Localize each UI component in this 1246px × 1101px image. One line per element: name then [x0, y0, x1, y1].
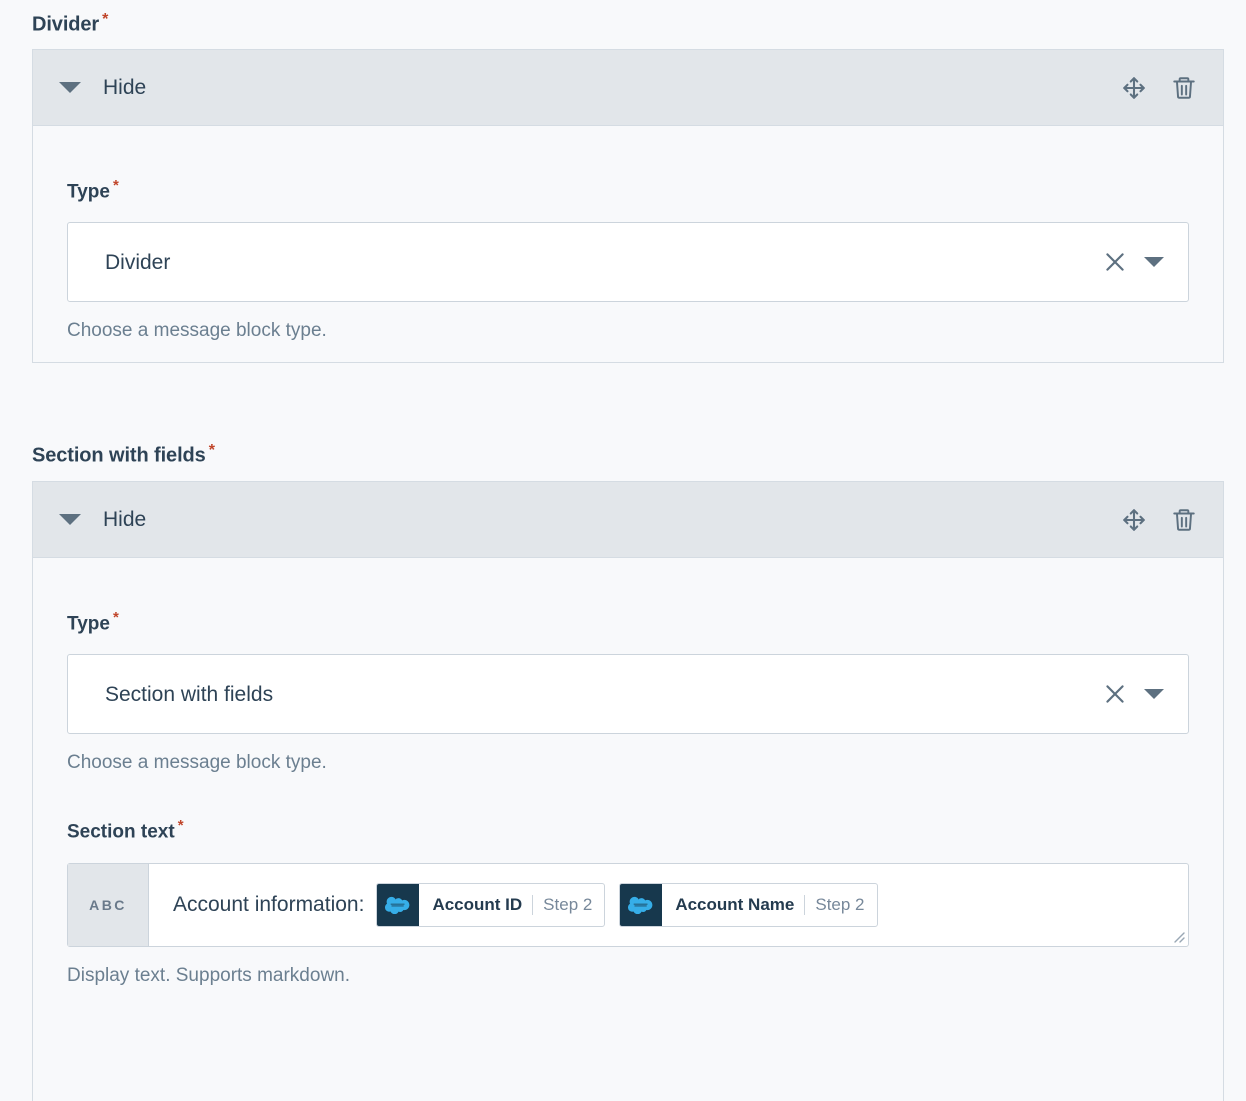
type-field-helper-divider: Choose a message block type.	[67, 321, 1189, 340]
merge-token-name: Account Name	[675, 896, 794, 913]
chevron-down-icon[interactable]	[1144, 689, 1164, 699]
merge-token-step: Step 2	[543, 896, 592, 913]
chevron-down-icon	[59, 82, 81, 93]
close-icon[interactable]	[1100, 247, 1130, 277]
section-text-field-helper: Display text. Supports markdown.	[67, 966, 1189, 985]
close-icon[interactable]	[1100, 679, 1130, 709]
required-indicator: *	[113, 609, 119, 626]
group-label-divider-text: Divider	[32, 13, 99, 35]
chevron-down-icon	[59, 514, 81, 525]
panel-body-divider: Type* Divider Choose a message block typ…	[33, 126, 1223, 340]
block-panel-divider: Hide	[32, 49, 1224, 363]
type-select-divider[interactable]: Divider	[67, 222, 1189, 302]
abc-badge: ABC	[68, 864, 149, 946]
collapse-toggle-section-with-fields[interactable]: Hide	[59, 509, 146, 530]
message-blocks-form: Divider* Hide	[0, 0, 1246, 1072]
trash-icon[interactable]	[1167, 503, 1201, 537]
merge-token-account-id[interactable]: Account ID Step 2	[376, 883, 605, 927]
required-indicator: *	[209, 442, 215, 459]
merge-token-body: Account ID Step 2	[419, 884, 604, 926]
required-indicator: *	[178, 817, 184, 834]
token-separator	[804, 895, 805, 915]
type-field-helper-section: Choose a message block type.	[67, 753, 1189, 772]
section-text-plain: Account information:	[173, 894, 364, 915]
section-text-label-text: Section text	[67, 822, 175, 843]
panel-header-section-with-fields: Hide	[33, 482, 1223, 558]
group-label-section-with-fields: Section with fields*	[32, 443, 215, 466]
salesforce-cloud-icon	[620, 884, 662, 926]
collapse-toggle-divider[interactable]: Hide	[59, 77, 146, 98]
type-select-section[interactable]: Section with fields	[67, 654, 1189, 734]
merge-token-account-name[interactable]: Account Name Step 2	[619, 883, 877, 927]
merge-token-body: Account Name Step 2	[662, 884, 876, 926]
merge-token-step: Step 2	[815, 896, 864, 913]
section-text-field-label: Section text*	[67, 818, 1189, 841]
required-indicator: *	[113, 177, 119, 194]
collapse-toggle-label: Hide	[103, 509, 146, 530]
required-indicator: *	[102, 11, 108, 28]
group-label-section-with-fields-text: Section with fields	[32, 444, 206, 466]
panel-body-section-with-fields: Type* Section with fields Choose a messa…	[33, 558, 1223, 985]
collapse-toggle-label: Hide	[103, 77, 146, 98]
type-select-icons	[1100, 247, 1188, 277]
panel-actions-section-with-fields	[1117, 503, 1201, 537]
salesforce-cloud-icon	[377, 884, 419, 926]
type-label-text: Type	[67, 181, 110, 202]
type-select-value: Section with fields	[68, 684, 273, 705]
trash-icon[interactable]	[1167, 71, 1201, 105]
chevron-down-icon[interactable]	[1144, 257, 1164, 267]
panel-actions-divider	[1117, 71, 1201, 105]
token-separator	[532, 895, 533, 915]
type-field-label-divider: Type*	[67, 178, 1189, 201]
merge-token-name: Account ID	[432, 896, 522, 913]
type-label-text: Type	[67, 613, 110, 634]
type-field-label-section: Type*	[67, 610, 1189, 633]
type-select-icons	[1100, 679, 1188, 709]
type-select-value: Divider	[68, 252, 170, 273]
move-icon[interactable]	[1117, 503, 1151, 537]
group-label-divider: Divider*	[32, 12, 108, 35]
section-text-content[interactable]: Account information:	[149, 864, 1188, 946]
move-icon[interactable]	[1117, 71, 1151, 105]
block-panel-section-with-fields: Hide	[32, 481, 1224, 1101]
panel-header-divider: Hide	[33, 50, 1223, 126]
section-text-input[interactable]: ABC Account information:	[67, 863, 1189, 947]
